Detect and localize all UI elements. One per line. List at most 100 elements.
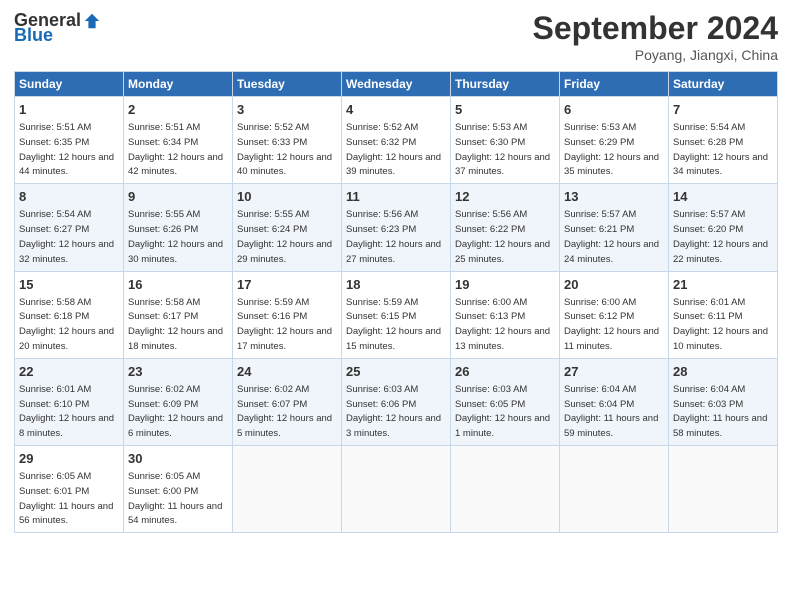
day-info: Sunrise: 5:59 AMSunset: 6:15 PMDaylight:… xyxy=(346,297,441,352)
table-row: 26 Sunrise: 6:03 AMSunset: 6:05 PMDaylig… xyxy=(451,358,560,445)
day-number: 6 xyxy=(564,101,664,119)
calendar-week-5: 29 Sunrise: 6:05 AMSunset: 6:01 PMDaylig… xyxy=(15,446,778,533)
col-sunday: Sunday xyxy=(15,72,124,97)
day-number: 21 xyxy=(673,276,773,294)
day-number: 14 xyxy=(673,188,773,206)
table-row: 11 Sunrise: 5:56 AMSunset: 6:23 PMDaylig… xyxy=(342,184,451,271)
day-info: Sunrise: 6:00 AMSunset: 6:13 PMDaylight:… xyxy=(455,297,550,352)
day-number: 9 xyxy=(128,188,228,206)
day-number: 16 xyxy=(128,276,228,294)
calendar-table: Sunday Monday Tuesday Wednesday Thursday… xyxy=(14,71,778,533)
table-row xyxy=(560,446,669,533)
table-row: 27 Sunrise: 6:04 AMSunset: 6:04 PMDaylig… xyxy=(560,358,669,445)
day-number: 23 xyxy=(128,363,228,381)
table-row: 21 Sunrise: 6:01 AMSunset: 6:11 PMDaylig… xyxy=(669,271,778,358)
day-number: 4 xyxy=(346,101,446,119)
table-row: 28 Sunrise: 6:04 AMSunset: 6:03 PMDaylig… xyxy=(669,358,778,445)
day-info: Sunrise: 5:52 AMSunset: 6:33 PMDaylight:… xyxy=(237,122,332,177)
day-info: Sunrise: 6:05 AMSunset: 6:01 PMDaylight:… xyxy=(19,471,113,526)
day-number: 27 xyxy=(564,363,664,381)
day-number: 22 xyxy=(19,363,119,381)
day-number: 1 xyxy=(19,101,119,119)
table-row: 8 Sunrise: 5:54 AMSunset: 6:27 PMDayligh… xyxy=(15,184,124,271)
col-wednesday: Wednesday xyxy=(342,72,451,97)
table-row xyxy=(451,446,560,533)
col-thursday: Thursday xyxy=(451,72,560,97)
day-number: 11 xyxy=(346,188,446,206)
day-number: 7 xyxy=(673,101,773,119)
table-row: 29 Sunrise: 6:05 AMSunset: 6:01 PMDaylig… xyxy=(15,446,124,533)
day-number: 17 xyxy=(237,276,337,294)
day-number: 25 xyxy=(346,363,446,381)
day-info: Sunrise: 5:59 AMSunset: 6:16 PMDaylight:… xyxy=(237,297,332,352)
day-info: Sunrise: 6:04 AMSunset: 6:03 PMDaylight:… xyxy=(673,384,767,439)
table-row: 24 Sunrise: 6:02 AMSunset: 6:07 PMDaylig… xyxy=(233,358,342,445)
table-row: 3 Sunrise: 5:52 AMSunset: 6:33 PMDayligh… xyxy=(233,97,342,184)
logo-blue-text: Blue xyxy=(14,25,53,46)
calendar-week-4: 22 Sunrise: 6:01 AMSunset: 6:10 PMDaylig… xyxy=(15,358,778,445)
table-row xyxy=(342,446,451,533)
table-row: 14 Sunrise: 5:57 AMSunset: 6:20 PMDaylig… xyxy=(669,184,778,271)
table-row: 15 Sunrise: 5:58 AMSunset: 6:18 PMDaylig… xyxy=(15,271,124,358)
day-number: 26 xyxy=(455,363,555,381)
col-tuesday: Tuesday xyxy=(233,72,342,97)
col-saturday: Saturday xyxy=(669,72,778,97)
day-number: 15 xyxy=(19,276,119,294)
day-info: Sunrise: 6:05 AMSunset: 6:00 PMDaylight:… xyxy=(128,471,222,526)
day-info: Sunrise: 6:04 AMSunset: 6:04 PMDaylight:… xyxy=(564,384,658,439)
day-number: 5 xyxy=(455,101,555,119)
calendar-header-row: Sunday Monday Tuesday Wednesday Thursday… xyxy=(15,72,778,97)
title-section: September 2024 Poyang, Jiangxi, China xyxy=(533,10,778,63)
table-row: 18 Sunrise: 5:59 AMSunset: 6:15 PMDaylig… xyxy=(342,271,451,358)
table-row: 4 Sunrise: 5:52 AMSunset: 6:32 PMDayligh… xyxy=(342,97,451,184)
day-number: 10 xyxy=(237,188,337,206)
day-number: 24 xyxy=(237,363,337,381)
month-title: September 2024 xyxy=(533,10,778,47)
day-info: Sunrise: 6:02 AMSunset: 6:09 PMDaylight:… xyxy=(128,384,223,439)
table-row xyxy=(669,446,778,533)
day-info: Sunrise: 5:51 AMSunset: 6:35 PMDaylight:… xyxy=(19,122,114,177)
day-info: Sunrise: 6:01 AMSunset: 6:11 PMDaylight:… xyxy=(673,297,768,352)
day-number: 18 xyxy=(346,276,446,294)
day-info: Sunrise: 5:52 AMSunset: 6:32 PMDaylight:… xyxy=(346,122,441,177)
day-info: Sunrise: 5:51 AMSunset: 6:34 PMDaylight:… xyxy=(128,122,223,177)
day-info: Sunrise: 6:03 AMSunset: 6:05 PMDaylight:… xyxy=(455,384,550,439)
table-row: 7 Sunrise: 5:54 AMSunset: 6:28 PMDayligh… xyxy=(669,97,778,184)
day-info: Sunrise: 5:58 AMSunset: 6:17 PMDaylight:… xyxy=(128,297,223,352)
day-info: Sunrise: 5:53 AMSunset: 6:29 PMDaylight:… xyxy=(564,122,659,177)
day-info: Sunrise: 6:00 AMSunset: 6:12 PMDaylight:… xyxy=(564,297,659,352)
day-info: Sunrise: 5:53 AMSunset: 6:30 PMDaylight:… xyxy=(455,122,550,177)
table-row: 16 Sunrise: 5:58 AMSunset: 6:17 PMDaylig… xyxy=(124,271,233,358)
day-number: 20 xyxy=(564,276,664,294)
table-row: 22 Sunrise: 6:01 AMSunset: 6:10 PMDaylig… xyxy=(15,358,124,445)
table-row xyxy=(233,446,342,533)
day-number: 30 xyxy=(128,450,228,468)
table-row: 25 Sunrise: 6:03 AMSunset: 6:06 PMDaylig… xyxy=(342,358,451,445)
day-number: 2 xyxy=(128,101,228,119)
table-row: 13 Sunrise: 5:57 AMSunset: 6:21 PMDaylig… xyxy=(560,184,669,271)
table-row: 19 Sunrise: 6:00 AMSunset: 6:13 PMDaylig… xyxy=(451,271,560,358)
calendar-container: General Blue September 2024 Poyang, Jian… xyxy=(0,0,792,612)
calendar-week-1: 1 Sunrise: 5:51 AMSunset: 6:35 PMDayligh… xyxy=(15,97,778,184)
day-info: Sunrise: 6:02 AMSunset: 6:07 PMDaylight:… xyxy=(237,384,332,439)
col-friday: Friday xyxy=(560,72,669,97)
day-info: Sunrise: 6:03 AMSunset: 6:06 PMDaylight:… xyxy=(346,384,441,439)
table-row: 17 Sunrise: 5:59 AMSunset: 6:16 PMDaylig… xyxy=(233,271,342,358)
day-number: 12 xyxy=(455,188,555,206)
day-number: 19 xyxy=(455,276,555,294)
day-info: Sunrise: 5:57 AMSunset: 6:21 PMDaylight:… xyxy=(564,209,659,264)
table-row: 30 Sunrise: 6:05 AMSunset: 6:00 PMDaylig… xyxy=(124,446,233,533)
table-row: 1 Sunrise: 5:51 AMSunset: 6:35 PMDayligh… xyxy=(15,97,124,184)
calendar-week-3: 15 Sunrise: 5:58 AMSunset: 6:18 PMDaylig… xyxy=(15,271,778,358)
logo: General Blue xyxy=(14,10,101,46)
day-number: 3 xyxy=(237,101,337,119)
day-info: Sunrise: 5:55 AMSunset: 6:24 PMDaylight:… xyxy=(237,209,332,264)
day-info: Sunrise: 5:54 AMSunset: 6:27 PMDaylight:… xyxy=(19,209,114,264)
day-info: Sunrise: 5:58 AMSunset: 6:18 PMDaylight:… xyxy=(19,297,114,352)
table-row: 2 Sunrise: 5:51 AMSunset: 6:34 PMDayligh… xyxy=(124,97,233,184)
table-row: 23 Sunrise: 6:02 AMSunset: 6:09 PMDaylig… xyxy=(124,358,233,445)
logo-icon xyxy=(83,12,101,30)
table-row: 9 Sunrise: 5:55 AMSunset: 6:26 PMDayligh… xyxy=(124,184,233,271)
table-row: 6 Sunrise: 5:53 AMSunset: 6:29 PMDayligh… xyxy=(560,97,669,184)
location: Poyang, Jiangxi, China xyxy=(533,47,778,63)
